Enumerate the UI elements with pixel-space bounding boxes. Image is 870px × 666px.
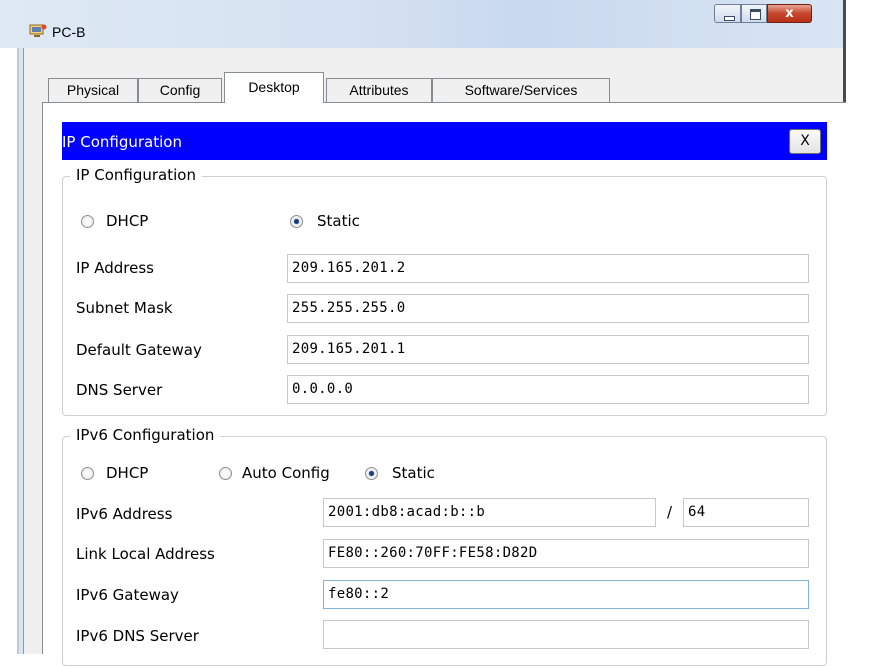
pc-b-window: PC-B x Physical Config Desktop Attribute… <box>0 0 870 666</box>
close-icon: x <box>785 6 794 21</box>
ipv6-dhcp-radio[interactable] <box>81 467 94 480</box>
pc-app-icon <box>29 24 47 37</box>
tab-physical[interactable]: Physical <box>48 78 138 102</box>
default-gateway-field[interactable]: 209.165.201.1 <box>287 335 809 364</box>
ip-configuration-header: IP Configuration X <box>62 122 827 160</box>
ipv6-dhcp-label[interactable]: DHCP <box>106 464 148 482</box>
window-title: PC-B <box>52 24 86 40</box>
prefix-separator: / <box>667 503 673 521</box>
dns-server-field[interactable]: 0.0.0.0 <box>287 375 809 404</box>
ipv6-address-label: IPv6 Address <box>76 505 173 523</box>
ip-address-label: IP Address <box>76 259 154 277</box>
tab-software-services[interactable]: Software/Services <box>432 78 610 102</box>
title-bar[interactable]: PC-B x <box>0 0 870 48</box>
tab-config[interactable]: Config <box>138 78 222 102</box>
ipv6-gateway-label: IPv6 Gateway <box>76 586 179 604</box>
ipv4-dhcp-label[interactable]: DHCP <box>106 212 148 230</box>
ipv6-dns-server-label: IPv6 DNS Server <box>76 627 199 645</box>
default-gateway-label: Default Gateway <box>76 341 202 359</box>
ipv4-static-radio[interactable] <box>290 215 303 228</box>
ipv4-static-label[interactable]: Static <box>317 212 360 230</box>
ipv6-group-title: IPv6 Configuration <box>70 426 221 444</box>
ipv4-dhcp-radio[interactable] <box>81 215 94 228</box>
ip-address-field[interactable]: 209.165.201.2 <box>287 254 809 283</box>
ipv6-static-radio[interactable] <box>365 467 378 480</box>
ipv6-prefix-length-field[interactable]: 64 <box>683 498 809 527</box>
ipv4-group-title: IP Configuration <box>70 166 202 184</box>
ip-configuration-title: IP Configuration <box>62 133 182 151</box>
minimize-button[interactable] <box>714 4 741 23</box>
ipv6-gateway-field[interactable]: fe80::2 <box>323 580 809 609</box>
dns-server-label: DNS Server <box>76 381 163 399</box>
close-window-button[interactable]: x <box>767 4 812 23</box>
ipv6-static-label[interactable]: Static <box>392 464 435 482</box>
ipv6-auto-config-radio[interactable] <box>219 467 232 480</box>
window-outside-area <box>846 0 870 654</box>
subnet-mask-field[interactable]: 255.255.255.0 <box>287 294 809 323</box>
link-local-address-field[interactable]: FE80::260:70FF:FE58:D82D <box>323 539 809 568</box>
subnet-mask-label: Subnet Mask <box>76 299 173 317</box>
tab-attributes[interactable]: Attributes <box>326 78 432 102</box>
close-ip-configuration-button[interactable]: X <box>789 129 821 154</box>
maximize-button[interactable] <box>741 4 767 23</box>
ipv6-address-field[interactable]: 2001:db8:acad:b::b <box>323 498 656 527</box>
tab-desktop[interactable]: Desktop <box>224 72 324 103</box>
ipv6-auto-config-label[interactable]: Auto Config <box>242 464 330 482</box>
ipv6-dns-server-field[interactable] <box>323 620 809 649</box>
link-local-address-label: Link Local Address <box>76 545 215 563</box>
